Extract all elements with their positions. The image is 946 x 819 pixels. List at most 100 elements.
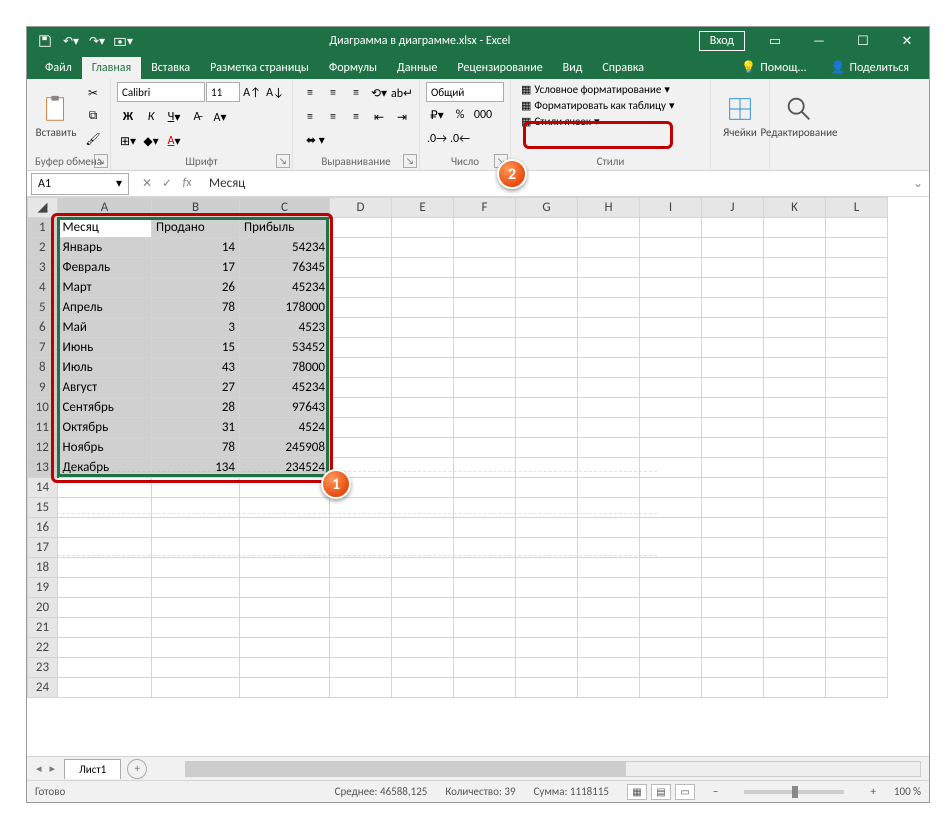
tab-layout[interactable]: Разметка страницы bbox=[200, 57, 319, 79]
cell[interactable] bbox=[578, 318, 640, 338]
cell[interactable] bbox=[826, 358, 888, 378]
row-header[interactable]: 7 bbox=[28, 338, 58, 358]
cell[interactable] bbox=[516, 438, 578, 458]
cell[interactable] bbox=[764, 598, 826, 618]
cell[interactable] bbox=[764, 218, 826, 238]
cell[interactable] bbox=[640, 578, 702, 598]
col-header[interactable]: F bbox=[454, 198, 516, 218]
cell[interactable] bbox=[702, 378, 764, 398]
cell[interactable] bbox=[764, 538, 826, 558]
cell[interactable] bbox=[826, 238, 888, 258]
cell[interactable] bbox=[764, 578, 826, 598]
cell[interactable] bbox=[330, 238, 392, 258]
cell[interactable] bbox=[392, 438, 454, 458]
cell[interactable] bbox=[330, 578, 392, 598]
tab-insert[interactable]: Вставка bbox=[141, 57, 200, 79]
cell[interactable] bbox=[578, 218, 640, 238]
cell[interactable] bbox=[640, 478, 702, 498]
cell[interactable]: Июль bbox=[58, 358, 152, 378]
cell[interactable] bbox=[240, 598, 330, 618]
cell[interactable] bbox=[152, 578, 240, 598]
row-header[interactable]: 6 bbox=[28, 318, 58, 338]
borders-icon[interactable]: ⊞▾ bbox=[117, 130, 139, 152]
align-center-icon[interactable]: ≡ bbox=[322, 106, 344, 128]
cell[interactable] bbox=[826, 298, 888, 318]
cell[interactable] bbox=[516, 218, 578, 238]
tab-help[interactable]: Справка bbox=[592, 57, 654, 79]
row-header[interactable]: 17 bbox=[28, 538, 58, 558]
increase-decimal-icon[interactable]: .0→ bbox=[426, 128, 448, 150]
cell[interactable] bbox=[640, 558, 702, 578]
cell[interactable] bbox=[392, 458, 454, 478]
cell[interactable] bbox=[826, 398, 888, 418]
sheet-tab[interactable]: Лист1 bbox=[64, 759, 121, 779]
cell[interactable] bbox=[392, 638, 454, 658]
cell[interactable] bbox=[392, 658, 454, 678]
cell[interactable] bbox=[392, 478, 454, 498]
cell[interactable] bbox=[640, 498, 702, 518]
cell[interactable] bbox=[702, 518, 764, 538]
cell[interactable] bbox=[516, 618, 578, 638]
cell[interactable]: 3 bbox=[152, 318, 240, 338]
cell[interactable] bbox=[702, 578, 764, 598]
cell[interactable] bbox=[578, 598, 640, 618]
col-header[interactable]: H bbox=[578, 198, 640, 218]
cell[interactable] bbox=[392, 598, 454, 618]
cell[interactable] bbox=[640, 438, 702, 458]
cell[interactable] bbox=[516, 358, 578, 378]
row-header[interactable]: 22 bbox=[28, 638, 58, 658]
cell[interactable] bbox=[702, 298, 764, 318]
cell[interactable] bbox=[454, 418, 516, 438]
cell[interactable] bbox=[826, 258, 888, 278]
cell[interactable] bbox=[640, 258, 702, 278]
cell[interactable] bbox=[330, 298, 392, 318]
font-launcher-icon[interactable]: ↘ bbox=[276, 154, 290, 168]
col-header[interactable]: C bbox=[240, 198, 330, 218]
cell[interactable] bbox=[454, 318, 516, 338]
cell[interactable] bbox=[330, 618, 392, 638]
cell[interactable] bbox=[826, 558, 888, 578]
minimize-icon[interactable]: — bbox=[797, 27, 841, 55]
align-left-icon[interactable]: ≡ bbox=[299, 106, 321, 128]
cell[interactable] bbox=[826, 418, 888, 438]
cell[interactable] bbox=[516, 318, 578, 338]
cell[interactable] bbox=[454, 598, 516, 618]
cell[interactable] bbox=[516, 678, 578, 698]
undo-icon[interactable]: ↶▾ bbox=[59, 29, 83, 53]
cell[interactable] bbox=[392, 218, 454, 238]
cell[interactable] bbox=[330, 398, 392, 418]
cell[interactable] bbox=[392, 498, 454, 518]
cell[interactable]: 17 bbox=[152, 258, 240, 278]
row-header[interactable]: 21 bbox=[28, 618, 58, 638]
cell[interactable] bbox=[392, 558, 454, 578]
cell[interactable] bbox=[764, 638, 826, 658]
cell[interactable] bbox=[454, 558, 516, 578]
cell[interactable] bbox=[640, 238, 702, 258]
cell[interactable] bbox=[702, 478, 764, 498]
tab-formulas[interactable]: Формулы bbox=[319, 57, 387, 79]
cell[interactable] bbox=[516, 558, 578, 578]
align-middle-icon[interactable]: ≡ bbox=[322, 82, 344, 104]
cell[interactable] bbox=[152, 678, 240, 698]
row-header[interactable]: 4 bbox=[28, 278, 58, 298]
cell[interactable] bbox=[58, 578, 152, 598]
format-as-table-button[interactable]: ▦Форматировать как таблицу▾ bbox=[517, 98, 678, 113]
cell[interactable] bbox=[392, 618, 454, 638]
cell[interactable] bbox=[702, 318, 764, 338]
row-header[interactable]: 14 bbox=[28, 478, 58, 498]
cell[interactable] bbox=[330, 218, 392, 238]
cell[interactable] bbox=[152, 658, 240, 678]
font-size-combo[interactable]: 11 bbox=[206, 82, 240, 102]
cell[interactable] bbox=[516, 298, 578, 318]
cell[interactable] bbox=[240, 678, 330, 698]
maximize-icon[interactable]: ☐ bbox=[841, 27, 885, 55]
tab-view[interactable]: Вид bbox=[553, 57, 593, 79]
sheet-nav-first-icon[interactable]: ◂ bbox=[33, 762, 45, 775]
cells-button[interactable]: Ячейки bbox=[717, 82, 763, 150]
align-bottom-icon[interactable]: ≡ bbox=[345, 82, 367, 104]
cell[interactable] bbox=[392, 578, 454, 598]
cell[interactable] bbox=[702, 458, 764, 478]
row-header[interactable]: 12 bbox=[28, 438, 58, 458]
row-header[interactable]: 3 bbox=[28, 258, 58, 278]
row-header[interactable]: 15 bbox=[28, 498, 58, 518]
